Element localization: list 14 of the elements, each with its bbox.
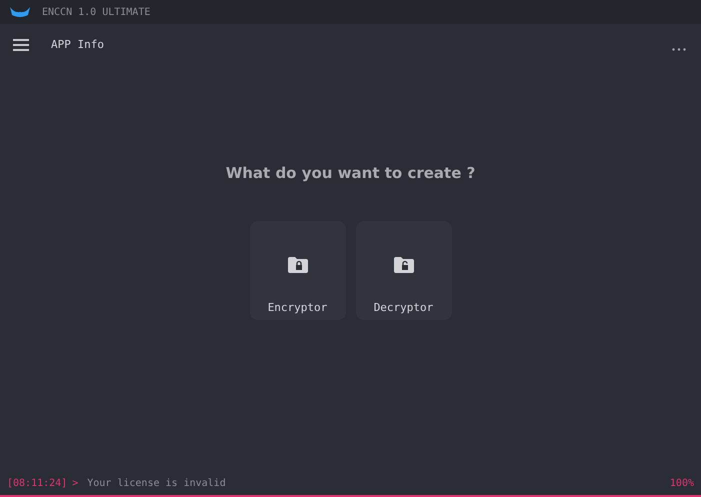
more-icon[interactable] xyxy=(672,48,686,50)
window-title: ENCCN 1.0 ULTIMATE xyxy=(42,6,150,20)
menu-button[interactable] xyxy=(13,39,29,51)
folder-unlocked-icon xyxy=(394,256,414,272)
prompt-heading: What do you want to create ? xyxy=(226,163,476,184)
status-message: Your license is invalid xyxy=(87,476,226,490)
status-percent: 100% xyxy=(670,476,694,490)
option-card[interactable]: Decryptor xyxy=(356,220,452,320)
status-prompt: > xyxy=(72,476,78,490)
logo-icon xyxy=(10,7,30,17)
folder-lock-icon xyxy=(288,256,308,272)
option-card[interactable]: Encryptor xyxy=(250,220,346,320)
status-time: [08:11:24] xyxy=(7,476,68,490)
toolbar-title: APP Info xyxy=(51,36,104,53)
